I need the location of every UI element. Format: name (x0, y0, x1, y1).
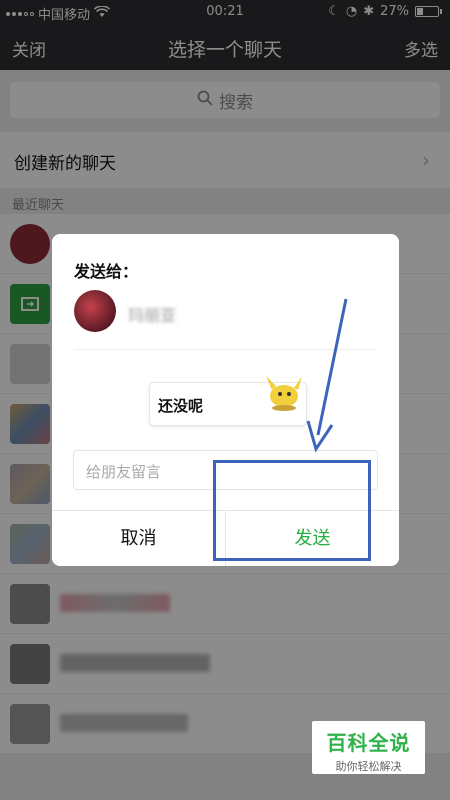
message-preview-text: 还没呢 (158, 397, 204, 415)
watermark-subtitle: 助你轻松解决 (335, 760, 402, 773)
watermark-logo: 百科全说 助你轻松解决 (312, 721, 425, 774)
recipient-avatar (74, 290, 116, 332)
message-input-placeholder: 给朋友留言 (86, 463, 162, 481)
cancel-button[interactable]: 取消 (52, 511, 225, 566)
send-to-label: 发送给： (74, 262, 139, 281)
watermark-title: 百科全说 (326, 731, 411, 755)
annotation-highlight-box (213, 460, 371, 561)
recipient-name: 玛丽亚 (128, 306, 177, 325)
annotation-arrow-icon (300, 295, 360, 459)
